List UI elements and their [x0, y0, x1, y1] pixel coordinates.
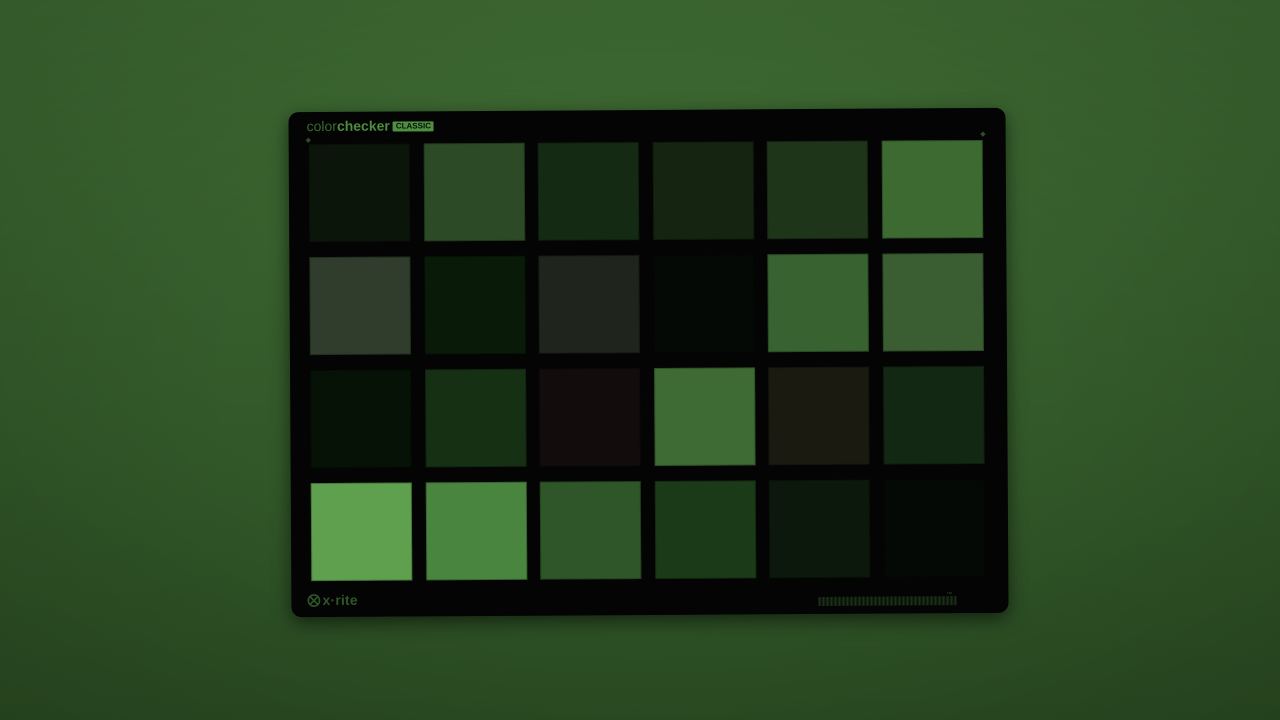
color-patch	[652, 141, 755, 240]
xrite-logo-icon	[307, 593, 321, 607]
color-patch	[883, 365, 985, 465]
color-patch	[882, 252, 984, 352]
color-patch	[766, 140, 869, 240]
color-patch	[654, 480, 757, 579]
color-patch	[310, 369, 412, 469]
color-patch	[310, 482, 413, 582]
color-patch	[538, 255, 640, 354]
color-patch	[768, 479, 871, 579]
color-patch	[537, 142, 640, 241]
xrite-logo: x·rite	[307, 592, 358, 608]
color-patch	[425, 481, 528, 581]
brand-word-checker: checker	[336, 117, 390, 134]
brand-header: colorchecker CLASSIC	[307, 117, 435, 134]
color-patch	[539, 481, 642, 580]
xrite-logo-text: x·rite	[322, 591, 358, 608]
color-patch	[539, 368, 641, 467]
color-patch	[653, 254, 755, 353]
product-barcode	[818, 596, 957, 606]
registration-mark-right-icon: ◆	[980, 130, 986, 138]
color-patch	[767, 253, 869, 353]
classic-badge: CLASSIC	[392, 121, 435, 132]
color-patch	[423, 142, 526, 242]
color-patch	[308, 143, 411, 243]
color-patch	[883, 478, 986, 578]
color-patch	[654, 367, 756, 466]
color-patch	[425, 368, 527, 468]
registration-mark-left-icon: ◆	[305, 137, 312, 145]
color-patch	[309, 256, 411, 356]
color-patch	[768, 366, 870, 466]
brand-word-color: color	[306, 117, 337, 135]
color-checker-card: colorchecker CLASSIC ◆ ◆ x·rite ™	[288, 107, 1009, 618]
color-patch	[881, 139, 984, 239]
color-patch	[424, 255, 526, 355]
color-patch-grid	[308, 139, 988, 582]
